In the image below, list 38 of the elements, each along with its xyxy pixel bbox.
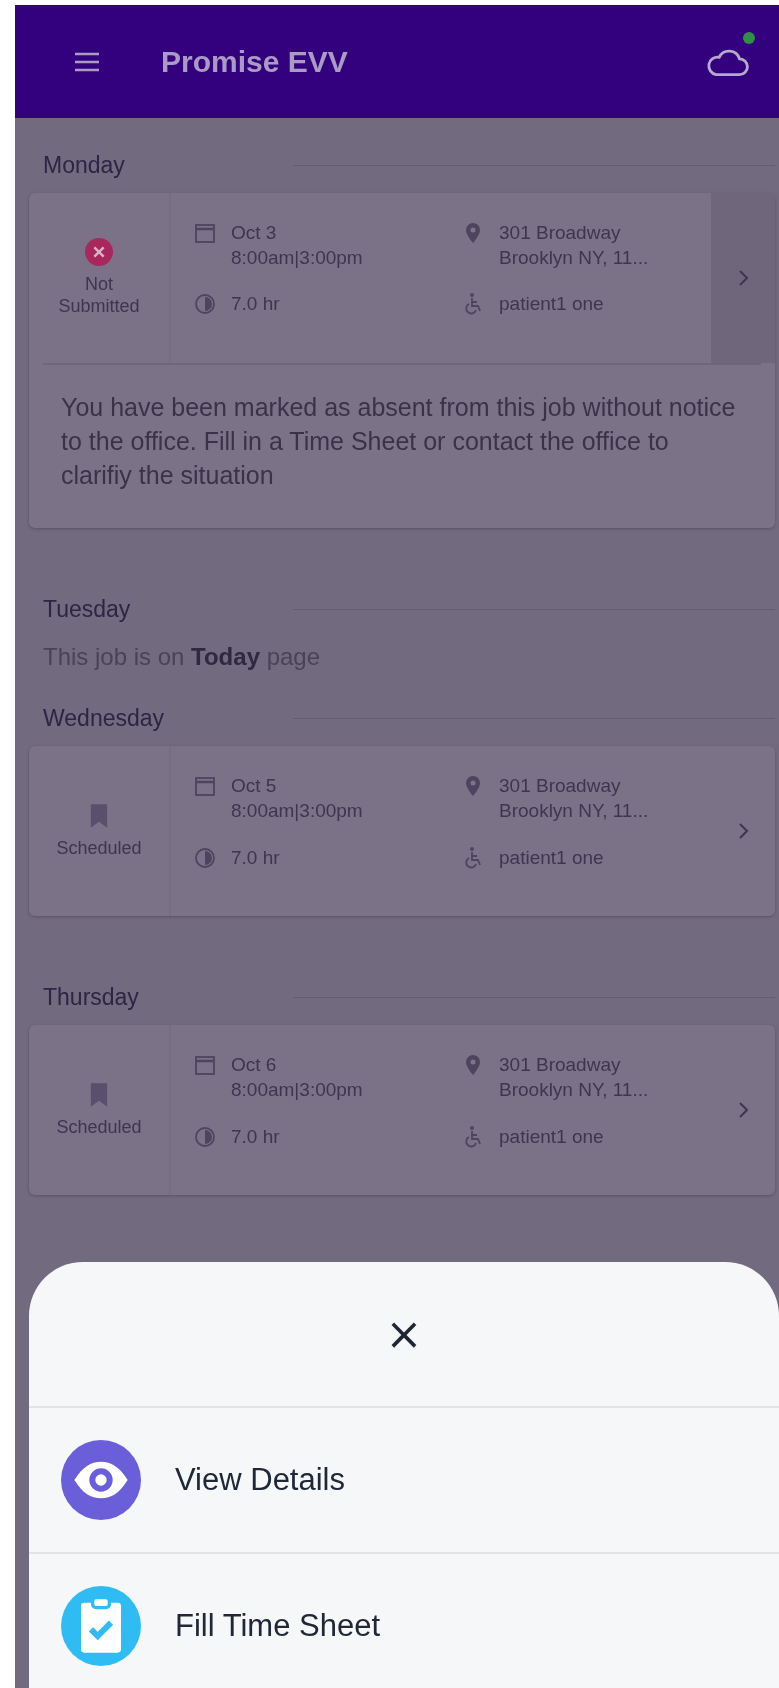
address-text: Brooklyn NY, 11...	[499, 798, 649, 823]
timer-icon	[193, 292, 217, 317]
patient-name: patient1 one	[499, 292, 604, 317]
time-text: 8:00am|3:00pm	[231, 798, 363, 823]
day-heading: Monday	[43, 152, 126, 179]
hours-text: 7.0 hr	[231, 292, 280, 317]
day-heading: Wednesday	[43, 705, 166, 733]
address-text: 301 Broadway	[499, 1053, 622, 1078]
action-item[interactable]: Fill Time Sheet	[29, 1554, 779, 1688]
job-card[interactable]	[29, 193, 775, 529]
close-button[interactable]: ×	[375, 1312, 433, 1356]
patient-name: patient1 one	[499, 1124, 604, 1149]
date-text: Oct 5	[231, 774, 278, 799]
hours-text: 7.0 hr	[231, 1124, 280, 1149]
hours-text: 7.0 hr	[231, 845, 280, 870]
timer-icon	[193, 1124, 217, 1149]
address-text: Brooklyn NY, 11...	[499, 245, 649, 270]
address-text: 301 Broadway	[499, 221, 622, 245]
action-item[interactable]: View Details	[29, 1408, 779, 1554]
calendar-icon	[193, 774, 217, 799]
chevron-right-icon[interactable]	[737, 268, 749, 288]
time-text: 8:00am|3:00pm	[231, 1077, 363, 1102]
day-heading: Tuesday	[43, 596, 132, 624]
status-label: Not Submitted	[57, 274, 141, 318]
day-heading: Thursday	[43, 984, 140, 1012]
timer-icon	[193, 845, 217, 870]
app-title: Promise EVV	[161, 44, 349, 79]
absence-message: You have been marked as absent from this job without notice to the office. Fill in a Time Sheet or contact the office to clarifiy the situation	[61, 392, 737, 491]
address-text: 301 Broadway	[499, 774, 622, 799]
status-label: Scheduled	[56, 838, 142, 861]
status-label: Scheduled	[56, 1117, 142, 1140]
patient-name: patient1 one	[499, 845, 604, 870]
calendar-icon	[193, 1053, 217, 1078]
calendar-icon	[193, 221, 217, 245]
time-text: 8:00am|3:00pm	[231, 245, 363, 270]
date-text: Oct 6	[231, 1053, 278, 1078]
date-text: Oct 3	[231, 221, 278, 245]
address-text: Brooklyn NY, 11...	[499, 1077, 649, 1102]
